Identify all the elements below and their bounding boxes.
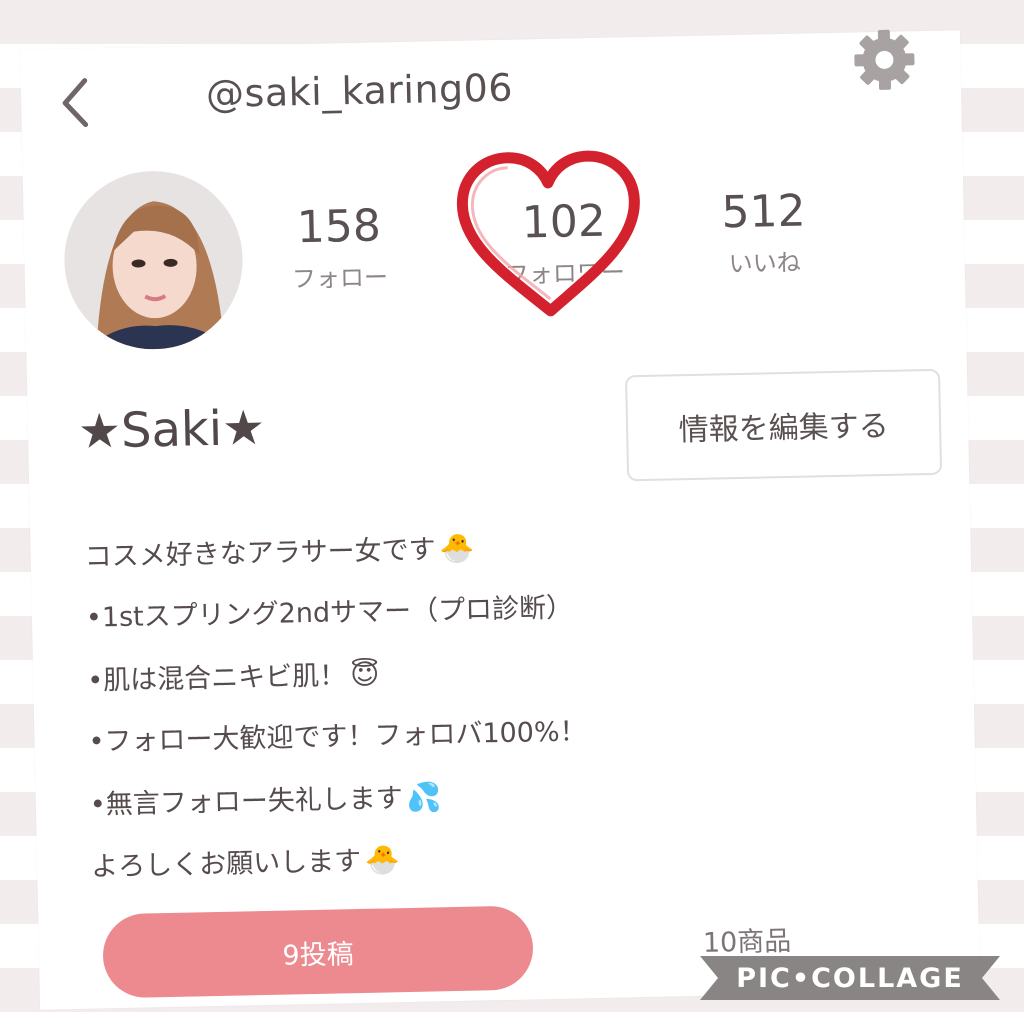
back-button[interactable] [55, 74, 96, 131]
display-name: ★Saki★ [77, 399, 266, 460]
angel-smile-icon: 😇 [349, 657, 380, 692]
likes-count: 512 [721, 185, 807, 239]
username-title: @saki_karing06 [205, 65, 514, 117]
pic-collage-watermark: PIC•COLLAGE [700, 956, 1000, 1000]
avatar[interactable] [62, 169, 245, 352]
settings-button[interactable] [850, 25, 919, 94]
likes-label: いいね [728, 248, 801, 279]
hatching-chick-icon: 🐣 [364, 843, 401, 877]
bio: コスメ好きなアラサー女です 🐣 •1stスプリング2ndサマー（プロ診断） •肌は… [84, 522, 792, 909]
profile-card: @saki_karing06 158 フォロー 102 フォロワー 512 いい… [20, 29, 980, 1010]
sweat-drops-icon: 💦 [406, 780, 442, 815]
hatching-chick-icon: 🐣 [439, 531, 475, 566]
heart-frame-icon [456, 150, 640, 317]
gear-icon [854, 29, 915, 90]
following-label: フォロー [291, 263, 389, 294]
avatar-photo [62, 169, 245, 352]
chevron-left-icon [62, 78, 89, 128]
following-stat[interactable]: 158 フォロー [278, 200, 400, 294]
following-count: 158 [296, 200, 382, 254]
edit-profile-button[interactable]: 情報を編集する [624, 368, 943, 482]
likes-stat[interactable]: 512 いいね [703, 185, 825, 279]
items-tab[interactable]: 10商品 [702, 919, 792, 960]
posts-tab[interactable]: 9投稿 [102, 905, 534, 999]
bio-line: よろしくお願いします 🐣 [90, 843, 401, 883]
